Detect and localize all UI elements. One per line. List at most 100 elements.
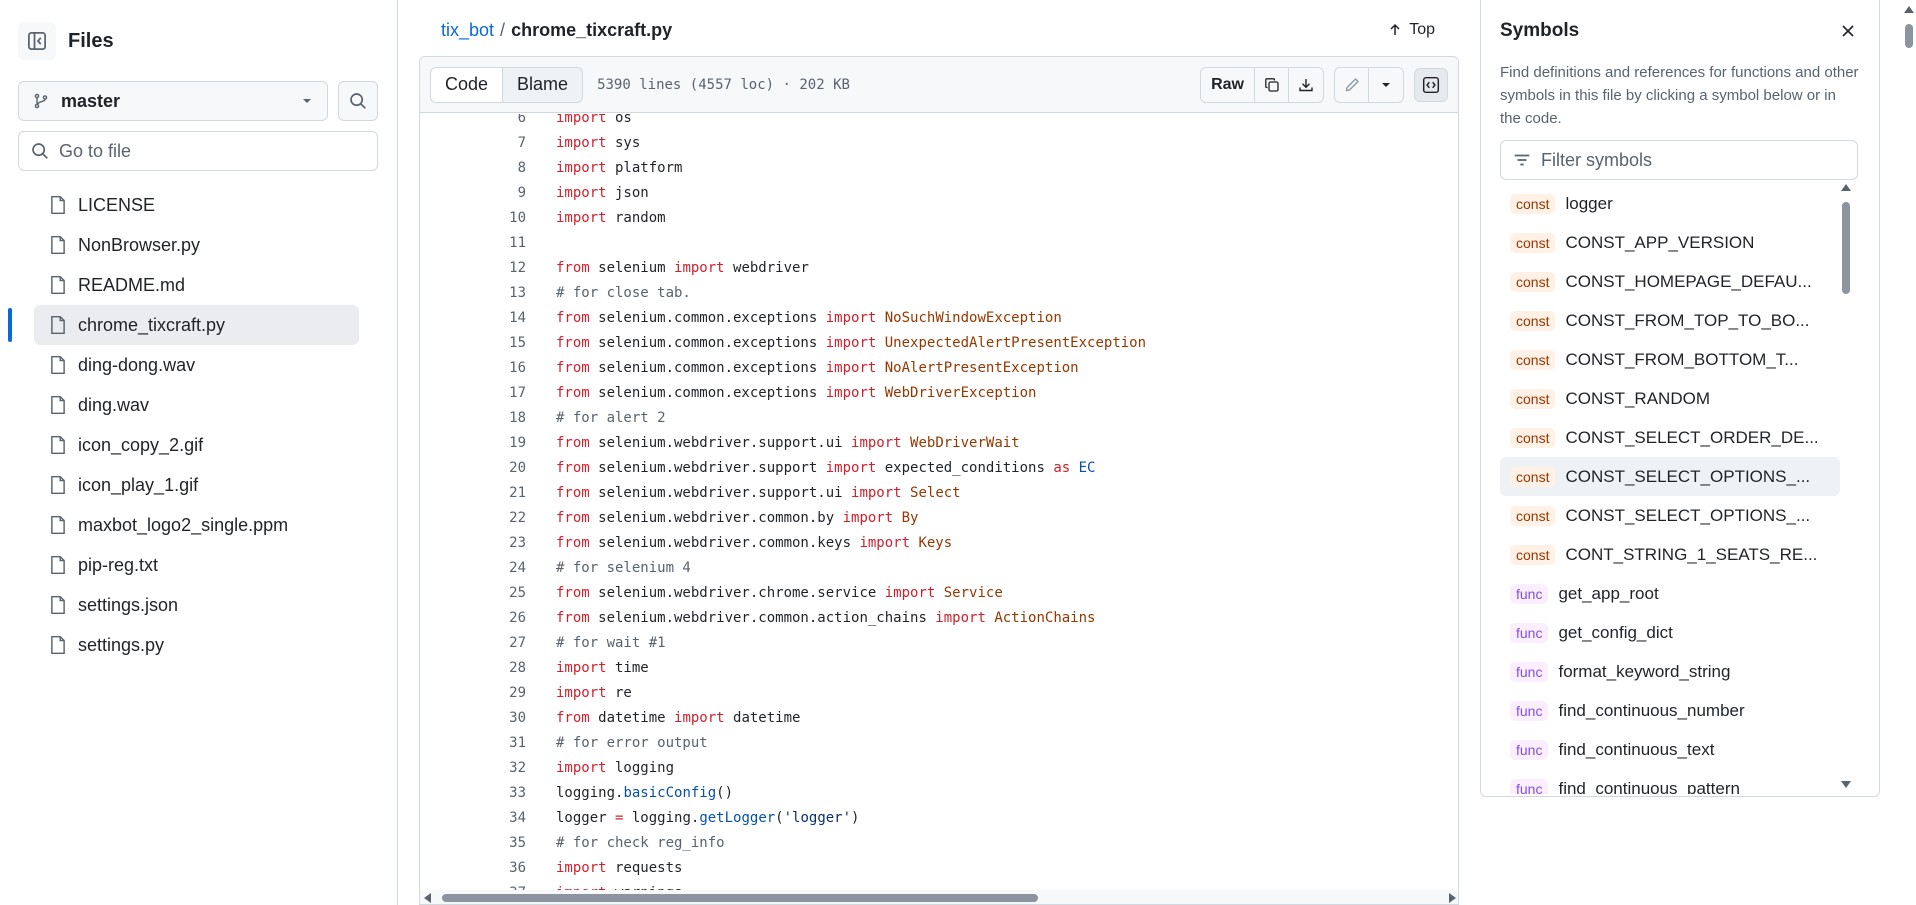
file-item[interactable]: maxbot_logo2_single.ppm — [0, 505, 358, 545]
line-number[interactable]: 20 — [420, 460, 526, 476]
scroll-down-icon[interactable] — [1841, 781, 1851, 788]
go-to-file-field[interactable] — [18, 131, 378, 171]
scroll-right-icon[interactable] — [1449, 893, 1456, 903]
file-item[interactable]: icon_play_1.gif — [0, 465, 358, 505]
branch-selector[interactable]: master — [18, 81, 328, 121]
line-number[interactable]: 28 — [420, 660, 526, 676]
symbol-item[interactable]: const CONST_FROM_BOTTOM_T... — [1500, 340, 1840, 379]
line-number[interactable]: 30 — [420, 710, 526, 726]
line-number[interactable]: 22 — [420, 510, 526, 526]
symbol-item[interactable]: func get_app_root — [1500, 574, 1840, 613]
breadcrumb-repo-link[interactable]: tix_bot — [441, 20, 494, 41]
line-number[interactable]: 8 — [420, 160, 526, 176]
line-number[interactable]: 34 — [420, 810, 526, 826]
code-token: import — [556, 209, 607, 226]
code-lines[interactable]: 6 import os 7 import sys 8 import platform 9 im… — [420, 114, 1458, 894]
code-token: from — [556, 259, 590, 276]
line-number[interactable]: 12 — [420, 260, 526, 276]
filter-symbols-input[interactable] — [1541, 149, 1841, 171]
line-number[interactable]: 24 — [420, 560, 526, 576]
line-source: logger = logging.getLogger('logger') — [556, 810, 859, 826]
file-item[interactable]: settings.py — [0, 625, 358, 665]
line-number[interactable]: 17 — [420, 385, 526, 401]
copy-raw-button[interactable] — [1255, 67, 1289, 102]
go-to-file-input[interactable] — [59, 140, 339, 162]
horizontal-scrollbar[interactable] — [420, 890, 1458, 904]
symbol-item[interactable]: func find_continuous_text — [1500, 730, 1840, 769]
symbol-item[interactable]: const CONST_HOMEPAGE_DEFAU... — [1500, 262, 1840, 301]
line-number[interactable]: 9 — [420, 185, 526, 201]
file-item[interactable]: NonBrowser.py — [0, 225, 358, 265]
file-item[interactable]: LICENSE — [0, 185, 358, 225]
page-scroll-up-icon[interactable] — [1904, 6, 1914, 13]
line-number[interactable]: 32 — [420, 760, 526, 776]
line-number[interactable]: 16 — [420, 360, 526, 376]
line-source: from selenium import webdriver — [556, 260, 809, 276]
symbol-item[interactable]: const CONT_STRING_1_SEATS_RE... — [1500, 535, 1840, 574]
line-number[interactable]: 19 — [420, 435, 526, 451]
file-item[interactable]: README.md — [0, 265, 358, 305]
line-number[interactable]: 27 — [420, 635, 526, 651]
symbol-item[interactable]: func find_continuous_number — [1500, 691, 1840, 730]
line-number[interactable]: 18 — [420, 410, 526, 426]
symbol-item[interactable]: func find_continuous_pattern — [1500, 769, 1840, 794]
symbol-item[interactable]: const CONST_RANDOM — [1500, 379, 1840, 418]
line-number[interactable]: 6 — [420, 114, 526, 126]
edit-options-dropdown[interactable] — [1369, 68, 1403, 102]
symbol-item[interactable]: const logger — [1500, 184, 1840, 223]
page-scrollbar[interactable] — [1902, 0, 1916, 905]
symbol-item[interactable]: const CONST_SELECT_ORDER_DE... — [1500, 418, 1840, 457]
symbol-item[interactable]: func format_keyword_string — [1500, 652, 1840, 691]
symbol-item[interactable]: const CONST_SELECT_OPTIONS_... — [1500, 496, 1840, 535]
code-line: 7 import sys — [420, 130, 1458, 155]
horizontal-scroll-thumb[interactable] — [442, 894, 1038, 902]
line-number[interactable]: 29 — [420, 685, 526, 701]
line-number[interactable]: 11 — [420, 235, 526, 251]
line-number[interactable]: 13 — [420, 285, 526, 301]
line-number[interactable]: 10 — [420, 210, 526, 226]
symbol-item[interactable]: const CONST_SELECT_OPTIONS_... — [1500, 457, 1840, 496]
code-token: import — [556, 159, 607, 176]
symbol-item[interactable]: func get_config_dict — [1500, 613, 1840, 652]
scroll-left-icon[interactable] — [424, 893, 431, 903]
symbols-panel-toggle[interactable] — [1414, 67, 1448, 102]
scroll-to-top-button[interactable]: Top — [1387, 21, 1435, 39]
raw-button[interactable]: Raw — [1201, 67, 1255, 102]
tab-code[interactable]: Code — [431, 67, 504, 102]
line-number[interactable]: 25 — [420, 585, 526, 601]
file-item[interactable]: chrome_tixcraft.py — [34, 305, 359, 345]
tab-blame[interactable]: Blame — [503, 68, 582, 102]
line-number[interactable]: 31 — [420, 735, 526, 751]
page-scroll-thumb[interactable] — [1905, 24, 1913, 48]
line-source: from selenium.webdriver.support import e… — [556, 460, 1095, 476]
symbol-item[interactable]: const CONST_FROM_TOP_TO_BO... — [1500, 301, 1840, 340]
symbols-scroll-thumb[interactable] — [1842, 202, 1850, 294]
line-number[interactable]: 35 — [420, 835, 526, 851]
filter-symbols-field[interactable] — [1500, 140, 1858, 180]
line-number[interactable]: 23 — [420, 535, 526, 551]
file-item[interactable]: ding-dong.wav — [0, 345, 358, 385]
file-item[interactable]: ding.wav — [0, 385, 358, 425]
line-number[interactable]: 15 — [420, 335, 526, 351]
collapse-sidebar-button[interactable] — [18, 22, 56, 60]
line-number[interactable]: 7 — [420, 135, 526, 151]
line-number[interactable]: 36 — [420, 860, 526, 876]
close-symbols-button[interactable] — [1837, 20, 1859, 42]
symbol-item[interactable]: const CONST_APP_VERSION — [1500, 223, 1840, 262]
line-number[interactable]: 14 — [420, 310, 526, 326]
file-item[interactable]: pip-reg.txt — [0, 545, 358, 585]
code-square-icon — [1422, 76, 1440, 93]
file-item[interactable]: settings.json — [0, 585, 358, 625]
download-raw-button[interactable] — [1289, 68, 1323, 102]
symbol-name: CONST_SELECT_OPTIONS_... — [1565, 466, 1811, 486]
line-number[interactable]: 33 — [420, 785, 526, 801]
symbols-scrollbar[interactable] — [1840, 184, 1852, 794]
search-files-button[interactable] — [338, 81, 378, 121]
edit-file-button[interactable] — [1335, 67, 1369, 102]
line-number[interactable]: 26 — [420, 610, 526, 626]
scroll-up-icon[interactable] — [1841, 184, 1851, 191]
symbol-name: CONST_SELECT_ORDER_DE... — [1565, 427, 1819, 447]
line-number[interactable]: 21 — [420, 485, 526, 501]
file-item[interactable]: icon_copy_2.gif — [0, 425, 358, 465]
